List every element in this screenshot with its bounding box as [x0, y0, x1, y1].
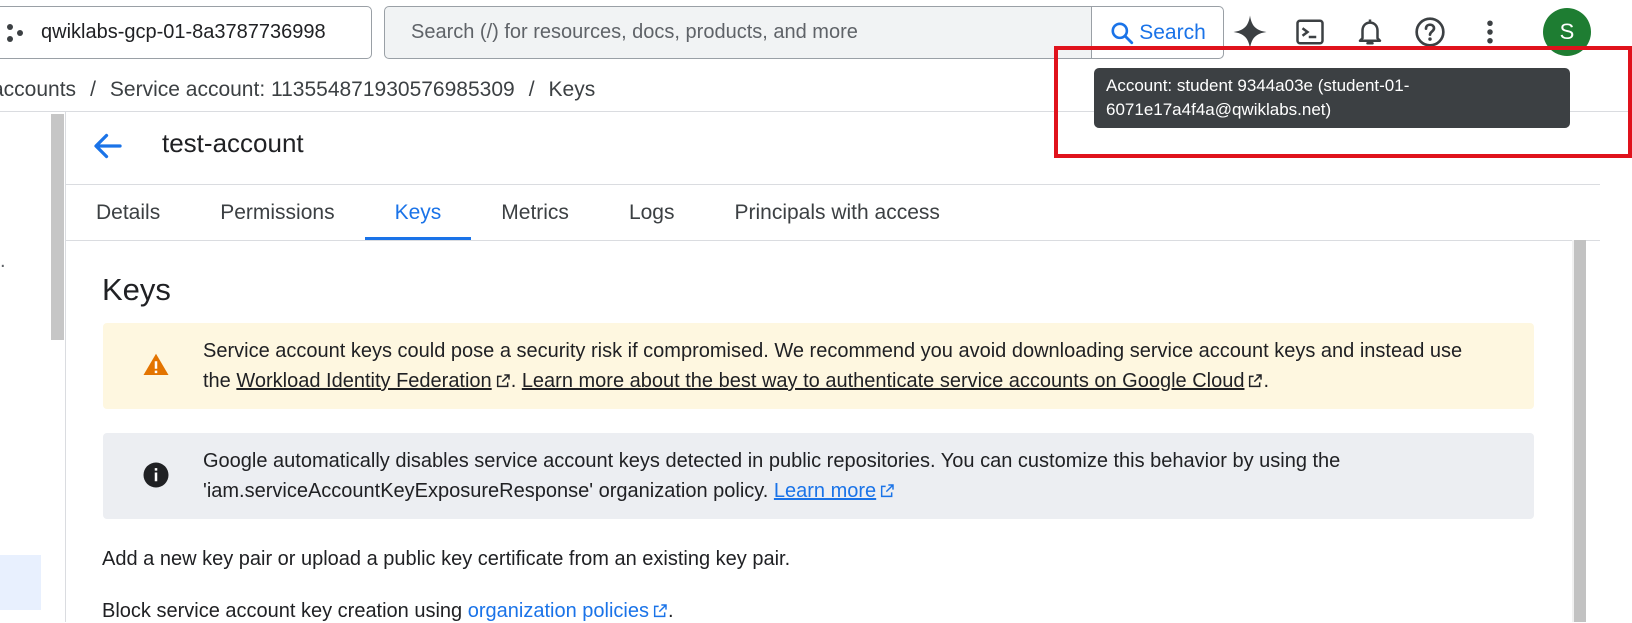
search-button-label: Search	[1139, 20, 1206, 44]
hexagon-project-icon	[7, 23, 23, 42]
back-arrow-icon[interactable]	[90, 128, 126, 164]
authenticate-service-accounts-link[interactable]: Learn more about the best way to authent…	[522, 370, 1245, 392]
external-link-icon	[496, 374, 510, 388]
search-icon	[1111, 21, 1134, 44]
warning-text: .	[1263, 370, 1270, 392]
breadcrumb-separator: /	[90, 78, 96, 101]
external-link-icon	[653, 604, 667, 618]
content-scrollbar-thumb[interactable]	[1574, 240, 1586, 622]
breadcrumb-separator: /	[528, 78, 535, 101]
learn-more-link[interactable]: Learn more	[774, 480, 876, 502]
page-title: test-account	[162, 128, 304, 158]
tab-details[interactable]: Details	[66, 186, 190, 240]
external-link-icon	[1249, 374, 1263, 388]
info-banner: Google automatically disables service ac…	[103, 433, 1534, 519]
tab-permissions[interactable]: Permissions	[190, 186, 364, 240]
left-nav-selected-item[interactable]	[0, 555, 41, 610]
project-name: qwiklabs-gcp-01-8a3787736998	[41, 21, 326, 43]
tab-metrics[interactable]: Metrics	[471, 186, 599, 240]
highlight-box	[1054, 46, 1632, 158]
search-input[interactable]	[385, 7, 1091, 58]
warning-banner: Service account keys could pose a securi…	[103, 323, 1534, 409]
project-picker[interactable]: qwiklabs-gcp-01-8a3787736998	[0, 6, 372, 59]
warning-icon	[143, 353, 169, 375]
block-key-text-end: .	[667, 600, 674, 622]
info-icon	[143, 462, 169, 488]
block-key-creation-text: Block service account key creation using…	[102, 600, 674, 623]
section-title: Keys	[102, 272, 171, 307]
tab-logs[interactable]: Logs	[599, 186, 705, 240]
breadcrumb-item-service-account[interactable]: Service account: 113554871930576985309	[110, 78, 515, 102]
breadcrumb: accounts / Service account: 113554871930…	[0, 70, 1050, 110]
divider	[66, 184, 1600, 185]
add-key-description: Add a new key pair or upload a public ke…	[102, 548, 791, 570]
external-link-icon	[881, 484, 894, 498]
warning-text: .	[510, 370, 522, 392]
block-key-text: Block service account key creation using	[102, 600, 468, 622]
left-nav-truncated-text: .	[0, 250, 6, 272]
organization-policies-link[interactable]: organization policies	[468, 600, 649, 622]
divider	[66, 240, 1600, 241]
info-text: Google automatically disables service ac…	[203, 450, 1341, 502]
tab-bar: Details Permissions Keys Metrics Logs Pr…	[66, 186, 1586, 240]
breadcrumb-item-accounts[interactable]: accounts	[0, 78, 76, 102]
breadcrumb-item-keys: Keys	[548, 78, 596, 101]
workload-identity-federation-link[interactable]: Workload Identity Federation	[236, 370, 491, 392]
left-nav-scrollbar[interactable]	[51, 114, 64, 340]
tab-keys[interactable]: Keys	[364, 186, 472, 240]
tab-principals-with-access[interactable]: Principals with access	[704, 186, 969, 240]
